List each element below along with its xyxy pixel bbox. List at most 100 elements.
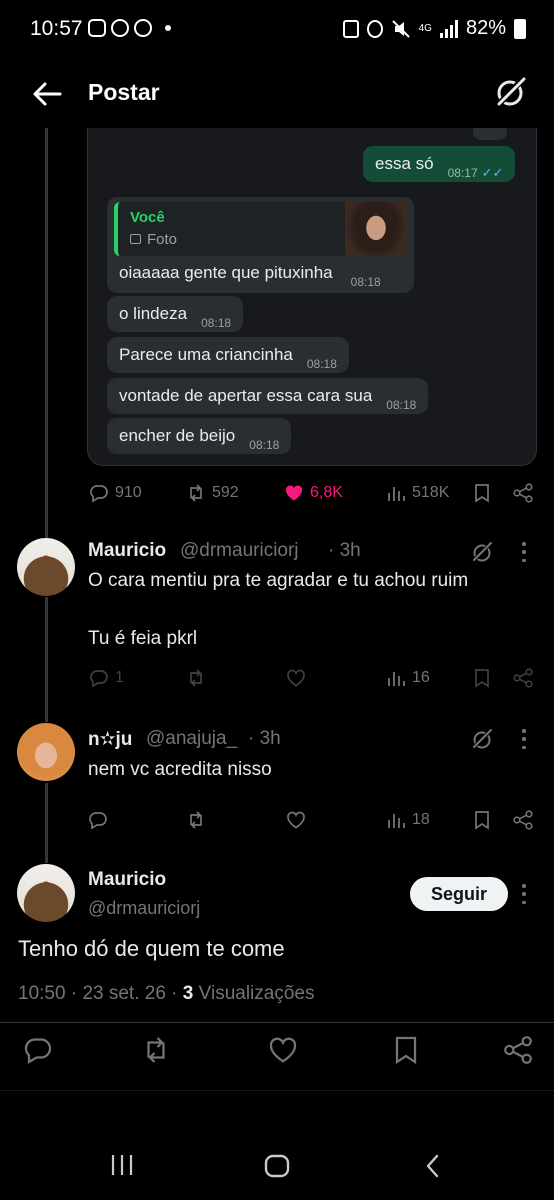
post-views-label: Visualizações (198, 983, 315, 1004)
post-time: 10:50 (18, 983, 66, 1004)
grok-icon[interactable] (470, 540, 494, 564)
views-button[interactable]: 518K (386, 483, 449, 503)
thread-line (45, 597, 48, 722)
heart-icon[interactable] (267, 1035, 299, 1065)
status-time: 10:57 (30, 17, 83, 40)
home-icon[interactable] (263, 1153, 291, 1179)
chat-bubble-incoming: encher de beijo 08:18 (107, 418, 292, 454)
quoted-type: Foto (130, 231, 177, 248)
chat-bubble-incoming: Parece uma criancinha 08:18 (107, 337, 349, 373)
reply-author-handle[interactable]: @drmauriciorj (180, 540, 299, 562)
author-handle[interactable]: @drmauriciorj (88, 898, 200, 919)
bookmark-icon[interactable] (390, 1035, 422, 1065)
repost-icon[interactable] (186, 810, 206, 830)
heart-icon (285, 485, 303, 501)
quoted-author: Você (130, 209, 165, 226)
reply-text: nem vc acredita nisso (88, 759, 272, 780)
like-count: 6,8K (310, 484, 343, 501)
reply-author-handle[interactable]: @anajuja_ (146, 728, 237, 750)
views-button[interactable]: 16 (386, 668, 430, 688)
back-nav-icon[interactable] (423, 1153, 443, 1179)
share-icon[interactable] (512, 810, 534, 830)
views-icon (388, 814, 405, 828)
reply-icon[interactable] (22, 1035, 54, 1065)
views-icon (388, 672, 405, 686)
mute-icon (391, 19, 410, 38)
avatar[interactable] (17, 723, 75, 781)
more-notifications-icon (165, 25, 171, 31)
chat-bubble-reply: Você Foto oiaaaaa gente que pituxinha 08:… (107, 197, 414, 293)
repost-icon[interactable] (186, 668, 206, 688)
page-title: Postar (88, 79, 160, 105)
reply-author-name[interactable]: Mauricio (88, 540, 166, 562)
post-image[interactable]: essa só 08:17 ✓✓ Você Foto oiaaaaa gente q… (87, 128, 537, 466)
system-icons: 4G 82% (342, 17, 526, 40)
bookmark-icon[interactable] (472, 668, 492, 688)
reply-count: 1 (115, 669, 124, 686)
chat-bubble-incoming: vontade de apertar essa cara sua 08:18 (107, 378, 429, 414)
chat-message-text: encher de beijo (119, 426, 236, 445)
chat-message: oiaaaaa gente que pituxinha 08:18 (119, 263, 381, 289)
reply-icon (90, 485, 108, 503)
reply-button[interactable]: 1 (89, 668, 124, 688)
quoted-photo-thumbnail (345, 202, 407, 256)
top-app-bar: Postar (0, 58, 554, 128)
chat-icon (134, 19, 152, 37)
share-icon[interactable] (512, 483, 534, 503)
reply-button[interactable]: 910 (89, 483, 142, 503)
chat-message-time: 08:18 (386, 398, 417, 412)
chat-message-time: 08:18 (249, 438, 280, 452)
post-text: Tenho dó de quem te come (18, 936, 285, 961)
battery-icon (514, 18, 526, 39)
share-icon[interactable] (502, 1035, 534, 1065)
heart-icon[interactable] (286, 810, 306, 830)
share-icon[interactable] (512, 668, 534, 688)
back-arrow-icon[interactable] (30, 78, 64, 110)
avatar[interactable] (17, 864, 75, 922)
reply-text: O cara mentiu pra te agradar e tu achou … (88, 570, 469, 591)
views-icon (388, 487, 405, 501)
divider (0, 1022, 554, 1023)
alarm-icon (366, 19, 383, 38)
bookmark-icon[interactable] (472, 483, 492, 503)
follow-button[interactable]: Seguir (410, 877, 508, 911)
chat-message-text: vontade de apertar essa cara sua (119, 386, 373, 405)
views-button[interactable]: 18 (386, 810, 430, 830)
avatar[interactable] (17, 538, 75, 596)
repost-icon[interactable] (140, 1035, 172, 1065)
chat-message-text: essa só (375, 154, 434, 173)
post-views-count: 3 (182, 983, 194, 1004)
bookmark-icon[interactable] (472, 810, 492, 830)
chat-message-text: oiaaaaa gente que pituxinha (119, 263, 333, 282)
grok-icon[interactable] (470, 727, 494, 751)
post-meta: 10:50 · 23 set. 26 · 3 Visualizações (18, 983, 315, 1004)
instagram-icon (88, 19, 106, 37)
repost-icon (190, 484, 202, 502)
recent-apps-icon[interactable] (108, 1153, 136, 1177)
notification-icons (88, 19, 171, 37)
reply-author-name[interactable]: n✫ju (88, 728, 132, 751)
nfc-icon (342, 19, 359, 38)
read-receipt-icon: ✓✓ (481, 165, 504, 180)
chat-message-time: 08:18 (306, 357, 337, 371)
heart-icon[interactable] (286, 668, 306, 688)
author-name[interactable]: Mauricio (88, 869, 166, 891)
network-type: 4G (418, 23, 432, 34)
signal-icon (439, 19, 458, 38)
view-count: 518K (412, 484, 450, 501)
reply-text: Tu é feia pkrl (88, 628, 198, 649)
more-icon[interactable] (521, 542, 527, 562)
repost-button[interactable]: 592 (186, 483, 239, 503)
more-icon[interactable] (521, 884, 527, 904)
quoted-message: Você Foto (114, 202, 407, 256)
more-icon[interactable] (521, 729, 527, 749)
thread-line (45, 128, 48, 538)
system-nav-bar (0, 1090, 554, 1200)
chat-bubble-incoming: o lindeza 08:18 (107, 296, 244, 332)
reply-icon[interactable] (88, 810, 108, 830)
grok-icon[interactable] (492, 74, 528, 110)
chat-message-time: 08:17 (447, 166, 478, 180)
chat-message-text: Parece uma criancinha (119, 345, 293, 364)
like-button[interactable]: 6,8K (284, 483, 343, 503)
cut-bubble (473, 128, 507, 140)
